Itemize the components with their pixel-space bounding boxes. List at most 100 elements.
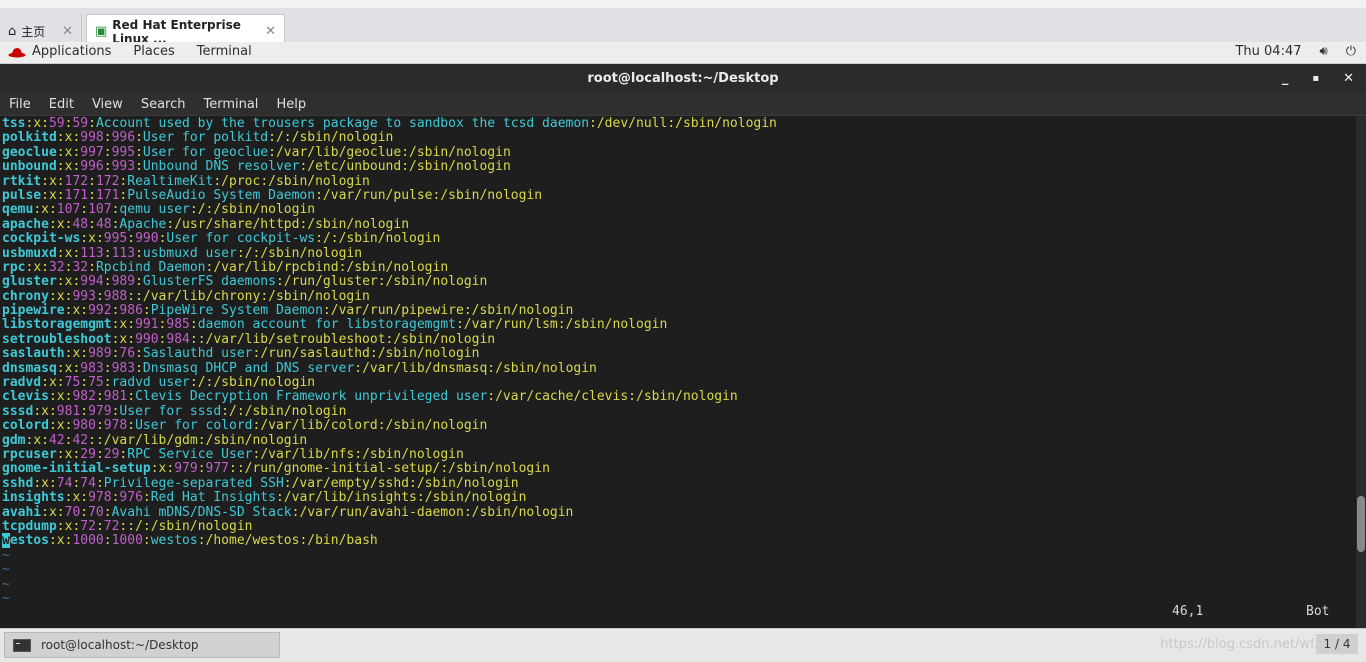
field-separator: :: [315, 231, 323, 247]
passwd-field: x: [48, 187, 57, 203]
passwd-field: /: [135, 518, 143, 534]
field-separator: :: [88, 187, 96, 203]
field-separator: :: [229, 461, 237, 477]
passwd-field: cockpit-ws: [2, 231, 81, 247]
field-separator: :: [487, 360, 496, 376]
field-separator: :: [416, 490, 425, 506]
passwd-field: /sbin/nologin: [675, 116, 777, 131]
passwd-field: 998: [80, 130, 104, 146]
menu-edit[interactable]: Edit: [49, 97, 74, 112]
menu-file[interactable]: File: [9, 97, 31, 112]
clock[interactable]: Thu 04:47: [1235, 44, 1301, 59]
passwd-field: 976: [119, 490, 143, 506]
field-separator: :: [283, 130, 292, 146]
passwd-field: GlusterFS daemons: [142, 274, 276, 290]
field-separator: :: [142, 533, 151, 549]
workspace-pager[interactable]: 1 / 4: [1316, 634, 1358, 654]
scrollbar-thumb[interactable]: [1357, 496, 1365, 552]
passwd-field: 990: [135, 231, 159, 247]
field-separator: :: [48, 403, 57, 419]
field-separator: :: [455, 317, 464, 333]
passwd-field: 75: [88, 375, 104, 391]
menu-help[interactable]: Help: [276, 97, 306, 112]
field-separator: :: [56, 159, 65, 175]
passwd-field: x: [41, 475, 49, 491]
vm-icon: ▣: [95, 24, 108, 39]
passwd-field: /sbin/nologin: [307, 216, 410, 232]
passwd-field: rpcuser: [2, 446, 57, 462]
terminal-line: qemu:x:107:107:qemu user:/:/sbin/nologin: [2, 203, 1356, 217]
close-button[interactable]: ✕: [1343, 64, 1354, 94]
passwd-field: unbound: [2, 159, 57, 175]
menu-search[interactable]: Search: [141, 97, 186, 112]
passwd-field: 986: [119, 303, 143, 319]
maximize-button[interactable]: ▪: [1312, 64, 1319, 94]
field-separator: :: [95, 518, 104, 534]
volume-icon[interactable]: 🔊︎: [1320, 44, 1328, 59]
passwd-field: 171: [95, 187, 120, 203]
field-separator: :: [142, 518, 151, 534]
terminal-line: avahi:x:70:70:Avahi mDNS/DNS-SD Stack:/v…: [2, 504, 1356, 520]
passwd-field: 42: [48, 432, 65, 448]
taskbar-terminal-item[interactable]: root@localhost:~/Desktop: [4, 632, 280, 658]
passwd-field: 74: [56, 475, 73, 491]
passwd-field: 985: [166, 317, 190, 333]
terminal-scrollbar[interactable]: [1356, 116, 1366, 628]
applications-menu[interactable]: Applications: [8, 44, 111, 59]
passwd-field: 59: [48, 116, 65, 131]
terminal-app-menu[interactable]: Terminal: [197, 44, 252, 59]
field-separator: :: [135, 144, 143, 160]
passwd-field: 977: [205, 461, 229, 477]
field-separator: :: [56, 187, 65, 203]
places-menu[interactable]: Places: [133, 44, 174, 59]
text-cursor: w: [2, 533, 10, 549]
field-separator: :: [260, 288, 269, 304]
field-separator: :: [95, 418, 104, 434]
terminal-content[interactable]: tss:x:59:59:Account used by the trousers…: [0, 116, 1356, 628]
menu-terminal[interactable]: Terminal: [203, 97, 258, 112]
field-separator: :: [463, 303, 472, 319]
field-separator: :: [127, 389, 136, 405]
field-separator: :: [189, 331, 198, 347]
passwd-field: 29: [103, 446, 120, 462]
passwd-field: /sbin/nologin: [150, 518, 253, 534]
gnome-top-bar: Applications Places Terminal Thu 04:47 🔊…: [0, 42, 1366, 64]
field-separator: :: [330, 231, 339, 247]
passwd-field: insights: [2, 490, 65, 506]
passwd-field: /sbin/nologin: [636, 389, 738, 405]
close-icon[interactable]: ✕: [62, 24, 73, 39]
power-icon[interactable]: ⏻: [1346, 44, 1356, 59]
terminal-line: rpcuser:x:29:29:RPC Service User:/var/li…: [2, 446, 1356, 462]
terminal-titlebar[interactable]: root@localhost:~/Desktop _ ▪ ✕: [0, 64, 1366, 94]
terminal-line: pulse:x:171:171:PulseAudio System Daemon…: [2, 187, 1356, 203]
passwd-field: PipeWire System Daemon: [150, 303, 323, 319]
applications-label: Applications: [32, 44, 112, 59]
passwd-field: /var/cache/clevis: [495, 389, 629, 405]
close-icon[interactable]: ✕: [265, 24, 276, 39]
field-separator: :: [48, 288, 57, 304]
passwd-field: User for geoclue: [142, 144, 269, 160]
minimize-button[interactable]: _: [1282, 64, 1289, 94]
passwd-field: /var/run/pipewire: [330, 303, 464, 319]
passwd-field: RealtimeKit: [127, 173, 214, 189]
taskbar: root@localhost:~/Desktop https://blog.cs…: [0, 628, 1366, 662]
field-separator: :: [283, 475, 292, 491]
field-separator: :: [628, 389, 636, 405]
passwd-field: 70: [64, 504, 81, 520]
passwd-field: /sbin/nologin: [346, 259, 449, 275]
field-separator: :: [189, 375, 198, 391]
field-separator: :: [33, 475, 42, 491]
field-separator: :: [56, 504, 65, 520]
menu-view[interactable]: View: [92, 97, 123, 112]
field-separator: :: [41, 173, 49, 189]
passwd-field: /sbin/nologin: [244, 403, 347, 419]
terminal-line: usbmuxd:x:113:113:usbmuxd user:/:/sbin/n…: [2, 246, 1356, 261]
field-separator: :: [95, 475, 104, 491]
field-separator: :: [56, 173, 65, 189]
passwd-field: /sbin/nologin: [362, 446, 464, 462]
field-separator: :: [80, 490, 89, 506]
passwd-field: 1000: [111, 533, 143, 549]
passwd-field: 982: [72, 389, 96, 405]
field-separator: :: [260, 173, 269, 189]
terminal-line: sssd:x:981:979:User for sssd:/:/sbin/nol…: [2, 403, 1356, 419]
